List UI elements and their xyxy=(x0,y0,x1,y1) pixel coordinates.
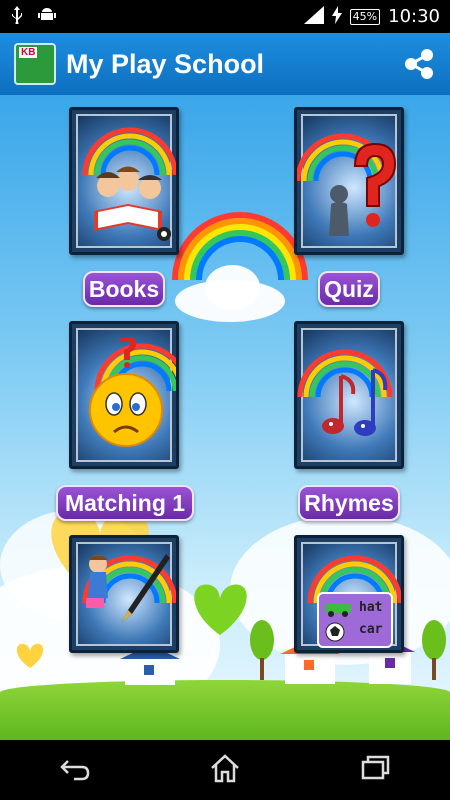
tile-word-match[interactable]: hat car xyxy=(294,535,404,725)
status-bar: 45% 10:30 xyxy=(0,0,450,33)
word-hat: hat xyxy=(359,600,383,615)
tile-quiz[interactable]: Quiz xyxy=(294,107,404,307)
quiz-button[interactable]: Quiz xyxy=(318,271,380,307)
app-logo: KB xyxy=(14,43,56,85)
android-debug-icon xyxy=(38,6,56,28)
books-button[interactable]: Books xyxy=(83,271,165,307)
confused-face-icon xyxy=(89,338,163,447)
tile-rhymes[interactable]: Rhymes xyxy=(294,321,404,521)
music-notes-icon xyxy=(322,368,388,436)
question-mark-icon xyxy=(329,142,397,236)
pen-girl-icon xyxy=(86,554,170,622)
tile-matching-1[interactable]: Matching 1 xyxy=(56,321,196,521)
tile-writing[interactable] xyxy=(69,535,179,725)
word-match-panel: hat car xyxy=(317,592,393,648)
charging-icon xyxy=(331,5,342,28)
main-content: Books Quiz Matching 1 Rhymes hat car xyxy=(0,95,450,740)
rhymes-card[interactable] xyxy=(294,321,404,469)
ball-icon xyxy=(325,622,345,642)
app-bar: KB My Play School xyxy=(0,33,450,95)
books-card[interactable] xyxy=(69,107,179,255)
tree-icon xyxy=(250,620,274,680)
share-button[interactable] xyxy=(402,47,436,81)
recent-apps-icon xyxy=(361,755,390,779)
reading-kids-icon xyxy=(94,166,171,241)
back-button[interactable] xyxy=(58,751,92,790)
clock: 10:30 xyxy=(388,6,440,27)
background-rainbow xyxy=(172,212,308,281)
tile-books[interactable]: Books xyxy=(69,107,179,307)
home-icon xyxy=(211,753,239,782)
word-car: car xyxy=(359,622,383,637)
share-icon xyxy=(405,49,433,79)
car-icon xyxy=(325,604,351,617)
navigation-bar xyxy=(0,740,450,800)
signal-icon xyxy=(303,5,324,28)
back-icon xyxy=(60,759,90,780)
rhymes-button[interactable]: Rhymes xyxy=(298,485,400,521)
app-title: My Play School xyxy=(66,48,265,79)
recent-apps-button[interactable] xyxy=(358,751,392,790)
quiz-card[interactable] xyxy=(294,107,404,255)
usb-icon xyxy=(10,5,24,28)
flower-icon xyxy=(16,643,44,668)
battery-indicator: 45% xyxy=(349,8,381,25)
matching-1-button[interactable]: Matching 1 xyxy=(56,485,194,521)
app-logo-text: KB xyxy=(19,47,38,58)
tree-icon xyxy=(422,620,446,680)
home-button[interactable] xyxy=(208,751,242,790)
writing-card[interactable] xyxy=(69,535,179,653)
word-match-card[interactable]: hat car xyxy=(294,535,404,653)
matching-card[interactable] xyxy=(69,321,179,469)
